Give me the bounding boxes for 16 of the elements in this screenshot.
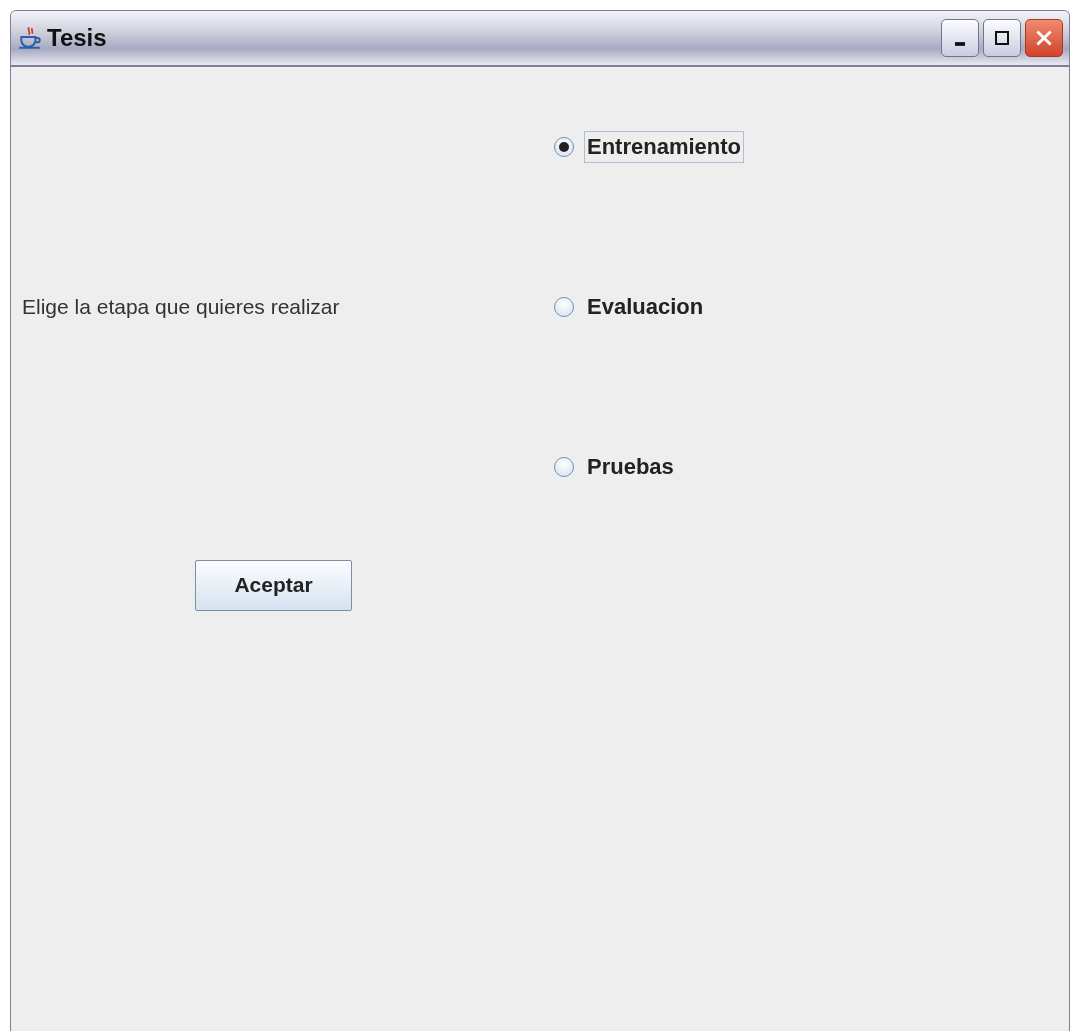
coffee-cup-icon: [17, 25, 43, 51]
radio-button[interactable]: [554, 137, 574, 157]
prompt-label: Elige la etapa que quieres realizar: [21, 295, 341, 319]
radio-button[interactable]: [554, 457, 574, 477]
minimize-icon: [955, 42, 965, 46]
close-button[interactable]: [1025, 19, 1063, 57]
maximize-icon: [992, 28, 1012, 48]
close-icon: [1033, 27, 1055, 49]
option-label[interactable]: Pruebas: [584, 451, 677, 483]
radio-button[interactable]: [554, 297, 574, 317]
window-title: Tesis: [47, 24, 107, 52]
option-label[interactable]: Entrenamiento: [584, 131, 745, 163]
option-label[interactable]: Evaluacion: [584, 291, 707, 323]
accept-button[interactable]: Aceptar: [195, 559, 352, 611]
minimize-button[interactable]: [941, 19, 979, 57]
maximize-button[interactable]: [983, 19, 1021, 57]
